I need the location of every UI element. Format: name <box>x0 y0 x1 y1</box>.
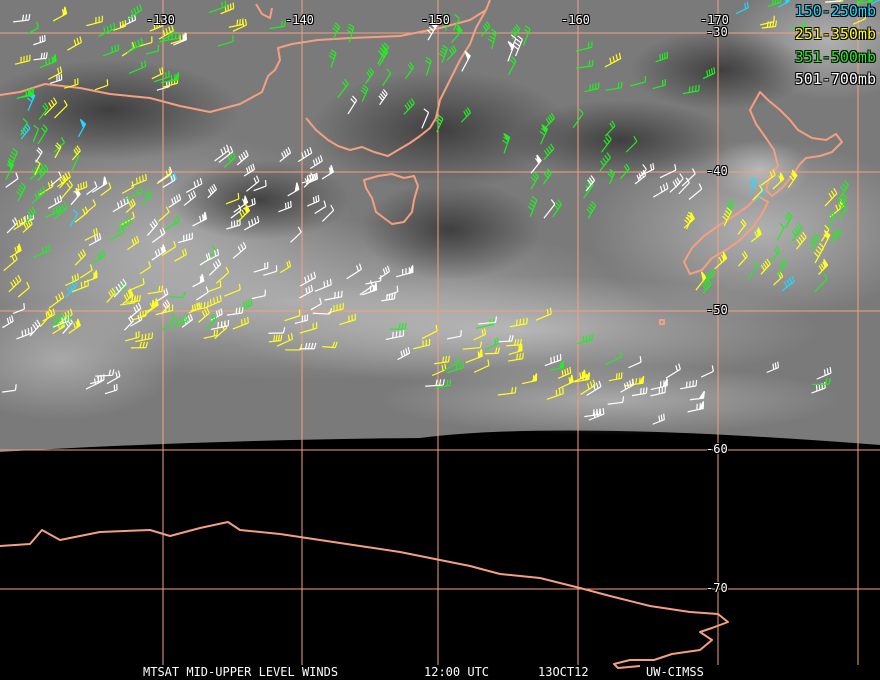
legend-351-500mb: 351-500mb <box>794 48 876 66</box>
lat-label-30: -30 <box>706 25 728 39</box>
caption-time: 12:00 UTC <box>424 665 490 679</box>
image-caption: MTSAT MID-UPPER LEVEL WINDS 12:00 UTC 13… <box>0 663 880 679</box>
legend-150-250mb: 150-250mb <box>794 2 876 20</box>
satellite-wind-map: -130 -140 -150 -160 -170 -30 -40 -50 -60… <box>0 0 880 680</box>
lat-label-70: -70 <box>706 581 728 595</box>
antarctica-coast <box>0 521 729 669</box>
map-canvas <box>0 0 880 669</box>
lon-label-150: -150 <box>421 13 450 27</box>
legend-251-350mb: 251-350mb <box>794 25 876 43</box>
lat-label-40: -40 <box>706 164 728 178</box>
caption-source: UW-CIMSS <box>646 665 704 679</box>
legend-501-700mb: 501-700mb <box>794 70 876 88</box>
caption-product: MTSAT MID-UPPER LEVEL WINDS <box>143 665 339 679</box>
lon-label-140: -140 <box>285 13 314 27</box>
lon-label-160: -160 <box>561 13 590 27</box>
lat-label-60: -60 <box>706 442 728 456</box>
lon-label-130: -130 <box>146 13 175 27</box>
lat-label-50: -50 <box>706 303 728 317</box>
caption-date: 13OCT12 <box>538 665 589 679</box>
